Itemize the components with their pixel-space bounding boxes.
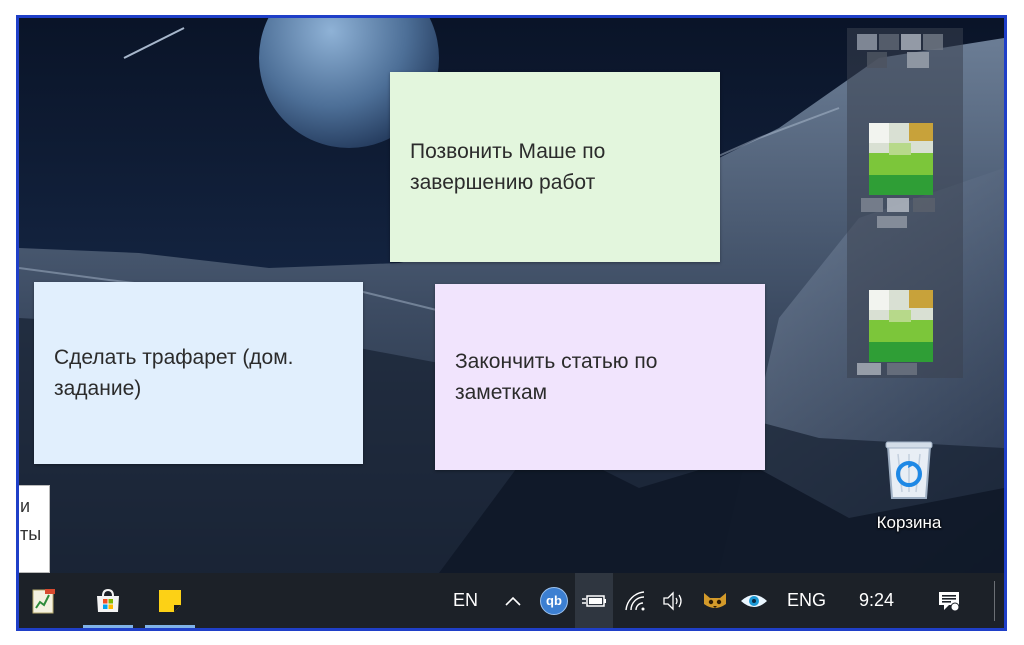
sticky-note-text: Закончить статью по заметкам [455, 346, 657, 408]
sticky-note[interactable]: Закончить статью по заметкам [435, 284, 765, 470]
running-indicator [83, 625, 133, 628]
blurred-file-icon[interactable] [869, 290, 933, 362]
wifi-icon [625, 590, 645, 610]
chevron-up-icon [505, 596, 521, 606]
blurred-file-icon[interactable] [869, 123, 933, 195]
network-tray-button[interactable] [621, 573, 651, 628]
sticky-note[interactable]: Сделать трафарет (дом. задание) [34, 282, 363, 464]
pixelated-icons-area [847, 28, 963, 378]
keyboard-layout-label: ENG [787, 590, 827, 610]
input-language-label: EN [453, 590, 479, 610]
note-text-line: завершению работ [410, 171, 596, 194]
taskbar: EN qb ENG 9:24 [19, 573, 1004, 628]
taskbar-app-notepad[interactable] [19, 573, 69, 628]
microsoft-store-icon [97, 588, 119, 612]
battery-plug-icon [582, 594, 606, 607]
cat-face-icon [704, 592, 726, 608]
sticky-note-text: Сделать трафарет (дом. задание) [54, 342, 294, 404]
clock-time: 9:24 [859, 590, 895, 610]
volume-tray-button[interactable] [659, 573, 689, 628]
qbittorrent-label: qb [546, 593, 562, 608]
note-text-line: Закончить статью по [455, 350, 658, 373]
keyboard-layout-indicator[interactable]: ENG [787, 573, 826, 628]
taskbar-app-sticky-notes[interactable] [145, 573, 195, 628]
notification-icon [939, 591, 960, 611]
app-tray-button[interactable] [699, 573, 731, 628]
input-language-indicator[interactable]: EN [453, 573, 478, 628]
sticky-note-text: Позвонить Маше по завершению работ [410, 136, 605, 198]
taskbar-app-store[interactable] [83, 573, 133, 628]
eye-tray-button[interactable] [737, 573, 771, 628]
partial-window[interactable]: и ты [19, 485, 50, 573]
note-text-line: задание) [54, 377, 142, 400]
qbittorrent-tray-button[interactable]: qb [537, 573, 571, 628]
recycle-bin[interactable]: Корзина [849, 438, 969, 533]
show-hidden-icons-button[interactable] [499, 573, 527, 628]
clock[interactable]: 9:24 [859, 573, 894, 628]
partial-window-text: и [20, 496, 31, 516]
sticky-notes-icon [159, 589, 181, 612]
note-text-line: заметкам [455, 381, 548, 404]
notepad-chart-app-icon [32, 588, 55, 613]
qbittorrent-icon: qb [540, 586, 568, 615]
note-text-line: Сделать трафарет (дом. [54, 346, 294, 369]
eye-icon [741, 594, 767, 607]
sticky-note[interactable]: Позвонить Маше по завершению работ [390, 72, 720, 262]
action-center-button[interactable] [929, 573, 969, 628]
recycle-bin-icon [885, 441, 933, 499]
show-desktop-divider[interactable] [994, 581, 995, 621]
note-text-line: Позвонить Маше по [410, 140, 606, 163]
speaker-icon [663, 590, 682, 611]
partial-window-text: ты [20, 524, 42, 544]
recycle-bin-label: Корзина [876, 513, 942, 532]
running-indicator [145, 625, 195, 628]
screenshot-frame: Позвонить Маше по завершению работ Сдела… [16, 15, 1007, 631]
power-tray-button[interactable] [575, 573, 613, 628]
